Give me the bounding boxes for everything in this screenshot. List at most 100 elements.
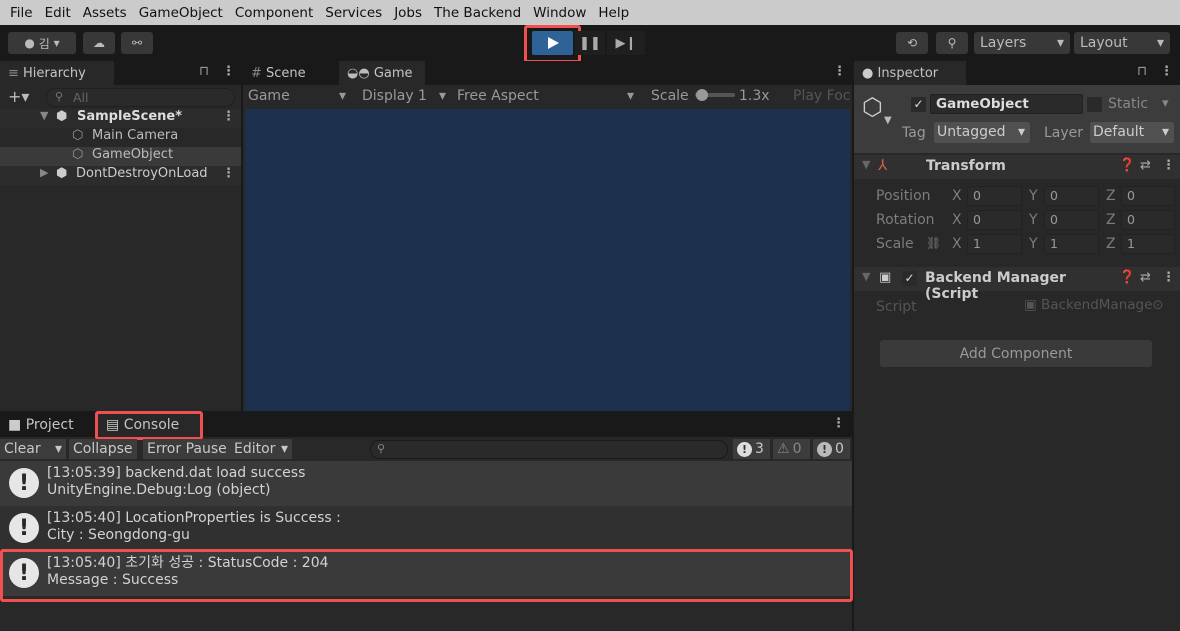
menu-assets[interactable]: Assets bbox=[77, 5, 133, 21]
menu-help[interactable]: Help bbox=[592, 5, 635, 21]
game-mode-dropdown[interactable]: Game bbox=[248, 88, 290, 104]
position-z-field[interactable]: 0 bbox=[1121, 186, 1175, 206]
scale-z-field[interactable]: 1 bbox=[1121, 234, 1175, 254]
menu-the-backend[interactable]: The Backend bbox=[428, 5, 527, 21]
active-checkbox[interactable]: ✓ bbox=[911, 97, 926, 112]
scale-value: 1.3x bbox=[739, 88, 770, 104]
hierarchy-search-input[interactable]: ⚲ All bbox=[46, 88, 235, 107]
more-icon[interactable]: ⋮ bbox=[222, 166, 235, 181]
rotation-z-field[interactable]: 0 bbox=[1121, 210, 1175, 230]
add-icon[interactable]: +▾ bbox=[8, 87, 29, 106]
folder-icon: ■ bbox=[8, 417, 26, 433]
tab-scene[interactable]: # Scene bbox=[243, 61, 337, 85]
add-component-button[interactable]: Add Component bbox=[880, 340, 1152, 367]
static-checkbox[interactable] bbox=[1087, 97, 1102, 112]
play-focused-dropdown[interactable]: Play Foc bbox=[793, 88, 852, 104]
transform-header[interactable]: ▼ ⅄ Transform ❓ ⇄ ⋮ bbox=[854, 155, 1180, 179]
pause-button[interactable]: ❚❚ bbox=[575, 31, 605, 55]
menu-edit[interactable]: Edit bbox=[39, 5, 77, 21]
tree-item-main-camera[interactable]: ⬡ Main Camera bbox=[0, 128, 241, 147]
layers-dropdown[interactable]: Layers ▾ bbox=[974, 32, 1070, 54]
collapse-label: Collapse bbox=[73, 441, 133, 457]
position-x-field[interactable]: 0 bbox=[967, 186, 1022, 206]
lock-icon[interactable]: ⊓ bbox=[199, 64, 209, 79]
menu-jobs[interactable]: Jobs bbox=[388, 5, 428, 21]
more-icon[interactable]: ⋮ bbox=[222, 109, 235, 124]
display-dropdown[interactable]: Display 1 bbox=[362, 88, 427, 104]
play-button[interactable] bbox=[532, 31, 573, 55]
rotation-y-field[interactable]: 0 bbox=[1044, 210, 1099, 230]
scale-y-field[interactable]: 1 bbox=[1044, 234, 1099, 254]
collapse-button[interactable]: Collapse bbox=[69, 439, 137, 459]
link-icon[interactable]: ⛓ bbox=[926, 236, 941, 250]
tree-item-gameobject[interactable]: ⬡ GameObject bbox=[0, 147, 241, 166]
editor-dropdown[interactable]: Editor ▾ bbox=[230, 439, 292, 459]
menu-file[interactable]: File bbox=[4, 5, 39, 21]
help-icon[interactable]: ❓ bbox=[1119, 270, 1135, 285]
error-pause-button[interactable]: Error Pause bbox=[143, 439, 231, 459]
tree-item-scene[interactable]: ▼ ⬢ SampleScene* ⋮ bbox=[0, 109, 241, 128]
layout-dropdown[interactable]: Layout ▾ bbox=[1074, 32, 1170, 54]
lock-icon[interactable]: ⊓ bbox=[1137, 64, 1147, 79]
scale-slider-handle[interactable] bbox=[696, 89, 708, 101]
console-search-input[interactable]: ⚲ bbox=[370, 440, 728, 459]
collab-icon[interactable]: ⚯ bbox=[121, 32, 153, 54]
scale-x-field[interactable]: 1 bbox=[967, 234, 1022, 254]
more-icon[interactable]: ⋮ bbox=[833, 64, 846, 79]
search-placeholder: All bbox=[73, 90, 89, 105]
scene-tabbar: # Scene ◒◓ Game ⋮ bbox=[243, 61, 852, 85]
game-view[interactable] bbox=[245, 109, 850, 411]
tag-dropdown[interactable]: Untagged ▾ bbox=[934, 122, 1030, 143]
preset-icon[interactable]: ⇄ bbox=[1140, 158, 1151, 173]
more-icon[interactable]: ⋮ bbox=[222, 64, 235, 79]
help-icon[interactable]: ❓ bbox=[1119, 158, 1135, 173]
warning-filter-button[interactable]: ⚠ 0 bbox=[773, 439, 810, 459]
more-icon[interactable]: ⋮ bbox=[1160, 64, 1173, 79]
main-toolbar: ● 김 ▾ ☁ ⚯ ❚❚ ▶❙ ⟲ ⚲ Layers ▾ Layout ▾ bbox=[0, 25, 1180, 63]
chevron-down-icon: ▾ bbox=[280, 441, 288, 457]
chevron-down-icon: ▼ bbox=[40, 109, 49, 122]
axis-x-label: X bbox=[952, 236, 962, 252]
rotation-x-field[interactable]: 0 bbox=[967, 210, 1022, 230]
name-field[interactable]: GameObject bbox=[930, 94, 1083, 114]
search-icon[interactable]: ⚲ bbox=[936, 32, 968, 54]
log-entry[interactable]: ! [13:05:39] backend.dat load success Un… bbox=[0, 461, 852, 506]
more-icon[interactable]: ⋮ bbox=[832, 416, 845, 431]
preset-icon[interactable]: ⇄ bbox=[1140, 270, 1151, 285]
more-icon[interactable]: ⋮ bbox=[1162, 158, 1175, 173]
scene-label: SampleScene* bbox=[77, 109, 183, 124]
warning-count: 0 bbox=[792, 441, 802, 457]
add-component-label: Add Component bbox=[959, 345, 1073, 362]
chevron-down-icon: ▾ bbox=[1156, 35, 1164, 51]
menu-window[interactable]: Window bbox=[527, 5, 592, 21]
log-entry[interactable]: ! [13:05:40] LocationProperties is Succe… bbox=[0, 506, 852, 551]
step-button[interactable]: ▶❙ bbox=[607, 31, 645, 55]
history-icon[interactable]: ⟲ bbox=[896, 32, 928, 54]
component-header[interactable]: ▼ ▣ ✓ Backend Manager (Script ❓ ⇄ ⋮ bbox=[854, 267, 1180, 302]
log-text: [13:05:39] backend.dat load success Unit… bbox=[47, 465, 305, 499]
menu-component[interactable]: Component bbox=[229, 5, 319, 21]
tab-inspector[interactable]: ● Inspector bbox=[854, 61, 966, 85]
chevron-down-icon: ▾ bbox=[1056, 35, 1064, 51]
tab-game[interactable]: ◒◓ Game bbox=[339, 61, 425, 85]
script-label: Script bbox=[876, 299, 917, 315]
layer-dropdown[interactable]: Default ▾ bbox=[1090, 122, 1174, 143]
cloud-icon[interactable]: ☁ bbox=[83, 32, 115, 54]
error-filter-button[interactable]: ! 0 bbox=[813, 439, 850, 459]
tree-item-dontdestroy[interactable]: ▶ ⬢ DontDestroyOnLoad ⋮ bbox=[0, 166, 241, 185]
console-panel: ■ Project ▤ Console ⋮ Clear ▾ Collapse Er… bbox=[0, 411, 853, 631]
clear-button[interactable]: Clear ▾ bbox=[0, 439, 66, 459]
tab-project[interactable]: ■ Project bbox=[0, 413, 92, 437]
component-enabled-checkbox[interactable]: ✓ bbox=[902, 271, 917, 286]
tab-hierarchy[interactable]: ≡ Hierarchy bbox=[0, 61, 114, 85]
position-y-field[interactable]: 0 bbox=[1044, 186, 1099, 206]
menu-gameobject[interactable]: GameObject bbox=[133, 5, 229, 21]
error-pause-label: Error Pause bbox=[147, 441, 227, 457]
log-filter-button[interactable]: ! 3 bbox=[733, 439, 770, 459]
aspect-dropdown[interactable]: Free Aspect bbox=[457, 88, 539, 104]
menu-services[interactable]: Services bbox=[319, 5, 388, 21]
layer-value: Default bbox=[1093, 124, 1145, 140]
step-icon: ▶❙ bbox=[615, 35, 637, 51]
account-dropdown[interactable]: ● 김 ▾ bbox=[8, 32, 76, 54]
more-icon[interactable]: ⋮ bbox=[1162, 270, 1175, 285]
